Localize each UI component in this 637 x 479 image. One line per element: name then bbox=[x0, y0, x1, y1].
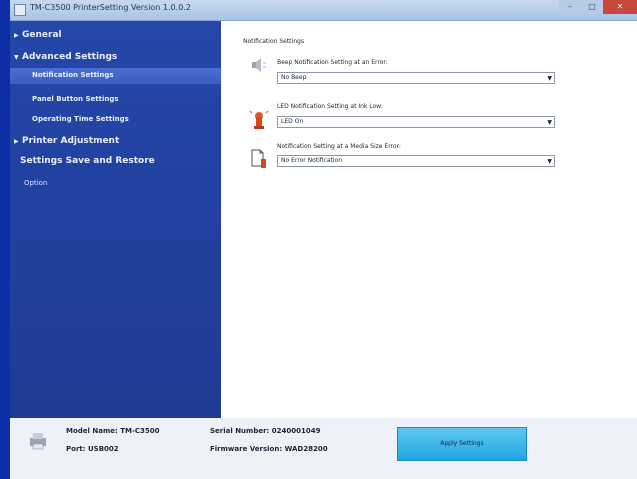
app-window: TM-C3500 PrinterSetting Version 1.0.0.2 … bbox=[10, 0, 637, 479]
sidebar-item-advanced-settings[interactable]: ▼ Advanced Settings bbox=[10, 50, 221, 66]
serial-number: Serial Number: 0240001049 bbox=[210, 427, 321, 435]
window-title: TM-C3500 PrinterSetting Version 1.0.0.2 bbox=[30, 3, 191, 12]
printer-icon bbox=[30, 433, 46, 450]
sidebar-item-settings-save-restore[interactable]: Settings Save and Restore bbox=[10, 154, 221, 170]
sidebar: ▶ General ▼ Advanced Settings Notificati… bbox=[10, 21, 221, 418]
status-footer: Model Name: TM-C3500 Port: USB002 Serial… bbox=[10, 418, 637, 479]
led-lamp-icon bbox=[249, 110, 269, 129]
expand-arrow-icon: ▶ bbox=[14, 138, 19, 145]
window-controls: – □ ✕ bbox=[559, 0, 637, 14]
dropdown-arrow-icon: ▼ bbox=[547, 119, 552, 126]
apply-settings-button[interactable]: Apply Settings bbox=[397, 427, 527, 461]
expand-arrow-icon: ▶ bbox=[14, 32, 19, 39]
led-setting-value: LED On bbox=[281, 118, 304, 125]
sidebar-item-operating-time-settings[interactable]: Operating Time Settings bbox=[10, 112, 221, 128]
sidebar-item-general[interactable]: ▶ General bbox=[10, 28, 221, 44]
title-bar[interactable]: TM-C3500 PrinterSetting Version 1.0.0.2 … bbox=[10, 0, 637, 21]
model-name: Model Name: TM-C3500 bbox=[66, 427, 160, 435]
beep-setting-label: Beep Notification Setting at an Error: bbox=[277, 59, 388, 66]
main-content: Notification Settings Beep Notification … bbox=[221, 21, 637, 418]
port-info: Port: USB002 bbox=[66, 445, 119, 453]
section-title: Notification Settings bbox=[243, 38, 304, 45]
sidebar-item-notification-settings[interactable]: Notification Settings bbox=[10, 68, 221, 84]
dropdown-arrow-icon: ▼ bbox=[547, 75, 552, 82]
app-icon bbox=[14, 4, 26, 16]
media-size-setting-label: Notification Setting at a Media Size Err… bbox=[277, 143, 401, 150]
led-setting-select[interactable]: LED On ▼ bbox=[277, 116, 555, 128]
sidebar-item-printer-adjustment[interactable]: ▶ Printer Adjustment bbox=[10, 134, 221, 150]
dropdown-arrow-icon: ▼ bbox=[547, 158, 552, 165]
media-size-setting-value: No Error Notification bbox=[281, 157, 343, 164]
close-button[interactable]: ✕ bbox=[603, 0, 637, 14]
media-size-error-icon bbox=[251, 149, 266, 168]
speaker-icon bbox=[252, 58, 266, 72]
beep-setting-select[interactable]: No Beep ▼ bbox=[277, 72, 555, 84]
firmware-version: Firmware Version: WAD28200 bbox=[210, 445, 328, 453]
led-setting-label: LED Notification Setting at Ink Low: bbox=[277, 103, 383, 110]
collapse-arrow-icon: ▼ bbox=[14, 54, 19, 61]
media-size-setting-select[interactable]: No Error Notification ▼ bbox=[277, 155, 555, 167]
beep-setting-value: No Beep bbox=[281, 74, 307, 81]
minimize-button[interactable]: – bbox=[559, 0, 581, 14]
sidebar-item-option[interactable]: Option bbox=[10, 176, 221, 192]
sidebar-item-panel-button-settings[interactable]: Panel Button Settings bbox=[10, 92, 221, 108]
maximize-button[interactable]: □ bbox=[581, 0, 603, 14]
